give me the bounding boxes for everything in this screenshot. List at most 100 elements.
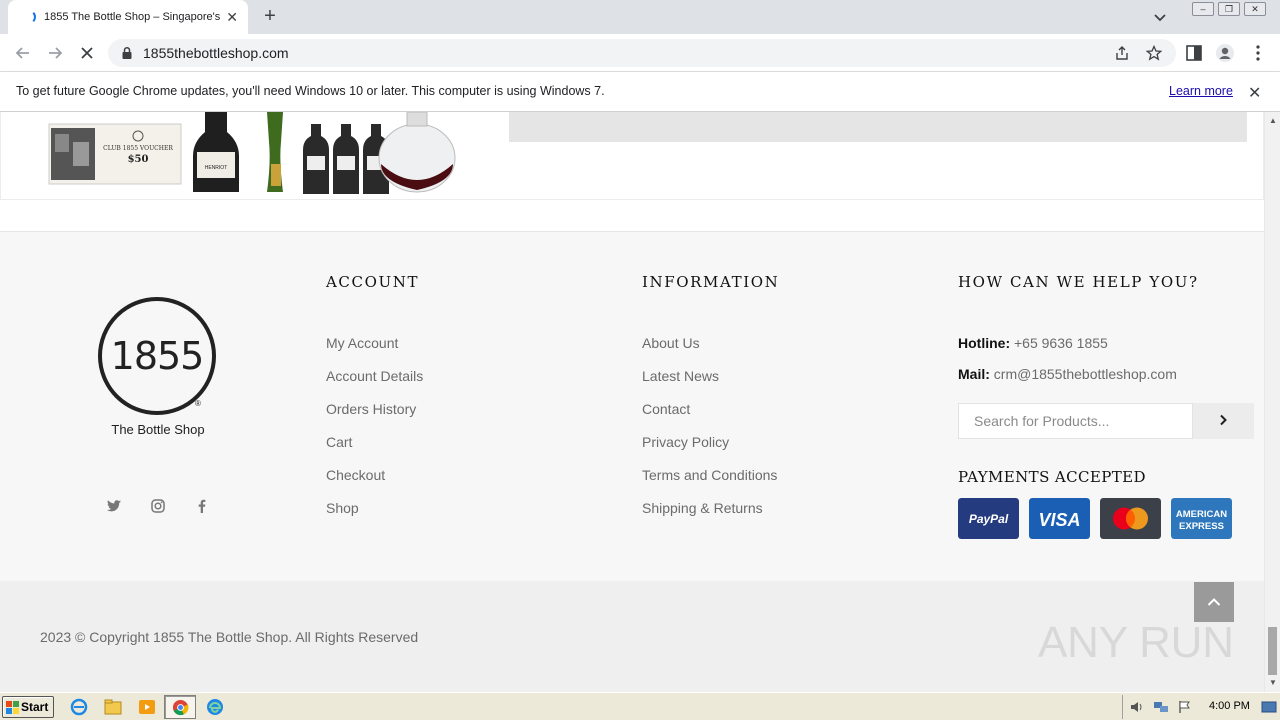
infobar-message: To get future Google Chrome updates, you… xyxy=(16,84,605,98)
copyright-bar: 2023 © Copyright 1855 The Bottle Shop. A… xyxy=(0,581,1264,692)
bottle-label: HENRIOT xyxy=(205,165,228,171)
mastercard-card-icon xyxy=(1100,498,1161,539)
footer-link-my-account[interactable]: My Account xyxy=(326,335,398,351)
paypal-card-icon: PayPal xyxy=(958,498,1019,539)
help-heading: HOW CAN WE HELP YOU? xyxy=(958,273,1199,291)
voucher-line1: CLUB 1855 VOUCHER xyxy=(103,145,173,152)
internet-explorer-icon[interactable] xyxy=(70,698,88,716)
forward-icon[interactable] xyxy=(44,42,66,64)
windows-taskbar: Start 4:00 PM xyxy=(0,692,1280,720)
start-label: Start xyxy=(21,700,49,714)
hotline-value[interactable]: +65 9636 1855 xyxy=(1014,335,1108,351)
instagram-icon[interactable] xyxy=(150,498,166,514)
amex-text-1: AMERICAN xyxy=(1176,509,1227,520)
address-bar[interactable]: 1855thebottleshop.com xyxy=(108,39,1176,67)
chevron-right-icon xyxy=(1220,414,1227,426)
scroll-up-icon[interactable]: ▲ xyxy=(1269,116,1277,125)
facebook-icon[interactable] xyxy=(194,498,210,514)
bookmark-star-icon[interactable] xyxy=(1146,45,1162,61)
infobar-close-icon[interactable]: ✕ xyxy=(1248,83,1261,103)
footer-link-shipping-returns[interactable]: Shipping & Returns xyxy=(642,500,763,516)
registered-mark: ® xyxy=(195,399,201,408)
watermark-text: ANY RUN xyxy=(1038,618,1234,667)
share-icon[interactable] xyxy=(1114,45,1130,61)
chrome-taskbar-button[interactable] xyxy=(164,695,196,719)
learn-more-link[interactable]: Learn more xyxy=(1169,84,1233,98)
stop-loading-icon[interactable] xyxy=(76,42,98,64)
windows-flag-icon xyxy=(6,701,19,714)
amex-card-icon: AMERICANEXPRESS xyxy=(1171,498,1232,539)
show-desktop-icon[interactable] xyxy=(1261,700,1277,714)
window-controls: – ❐ ✕ xyxy=(1192,2,1266,16)
close-window-icon[interactable]: ✕ xyxy=(1244,2,1266,16)
new-tab-button[interactable]: + xyxy=(258,5,282,29)
footer-link-about-us[interactable]: About Us xyxy=(642,335,700,351)
url-text: 1855thebottleshop.com xyxy=(143,45,289,61)
clock-text: 4:00 PM xyxy=(1209,700,1250,712)
browser-tabstrip: 1855 The Bottle Shop – Singapore's ✕ + –… xyxy=(0,0,1280,34)
logo-circle: 1855 xyxy=(98,297,216,415)
amex-text-2: EXPRESS xyxy=(1179,521,1224,532)
media-player-icon[interactable] xyxy=(138,698,156,716)
footer-link-account-details[interactable]: Account Details xyxy=(326,368,423,384)
search-submit-button[interactable] xyxy=(1192,403,1254,439)
search-placeholder: Search for Products... xyxy=(974,413,1110,429)
paypal-text: PayPal xyxy=(969,512,1009,526)
page-scrollbar[interactable]: ▲ ▼ xyxy=(1264,112,1280,692)
file-explorer-icon[interactable] xyxy=(104,698,122,716)
footer-link-contact[interactable]: Contact xyxy=(642,401,690,417)
voucher-line2: $50 xyxy=(128,154,149,165)
web-page: CLUB 1855 VOUCHER $50 HENRIOT 1855 ® The… xyxy=(0,112,1264,692)
visa-card-icon: VISA xyxy=(1029,498,1090,539)
footer-link-shop[interactable]: Shop xyxy=(326,500,359,516)
footer-link-latest-news[interactable]: Latest News xyxy=(642,368,719,384)
tab-search-icon[interactable] xyxy=(1150,7,1170,27)
back-icon[interactable] xyxy=(12,42,34,64)
hotline-label: Hotline: xyxy=(958,335,1011,351)
start-button[interactable]: Start xyxy=(2,696,54,718)
mail-row: Mail: crm@1855thebottleshop.com xyxy=(958,366,1177,382)
browser-menu-icon[interactable] xyxy=(1248,43,1268,63)
system-tray: 4:00 PM xyxy=(1122,695,1280,719)
footer-link-terms[interactable]: Terms and Conditions xyxy=(642,467,777,483)
browser-tab[interactable]: 1855 The Bottle Shop – Singapore's ✕ xyxy=(8,0,248,34)
action-center-flag-icon[interactable] xyxy=(1177,700,1193,714)
scroll-down-icon[interactable]: ▼ xyxy=(1269,678,1277,687)
side-panel-icon[interactable] xyxy=(1184,43,1204,63)
update-infobar: To get future Google Chrome updates, you… xyxy=(0,72,1280,112)
product-section: CLUB 1855 VOUCHER $50 HENRIOT xyxy=(0,112,1264,200)
scrollbar-thumb[interactable] xyxy=(1268,627,1277,675)
logo-number: 1855 xyxy=(110,334,205,378)
tab-close-icon[interactable]: ✕ xyxy=(226,9,238,26)
payments-heading: PAYMENTS ACCEPTED xyxy=(958,468,1146,486)
edge-icon[interactable] xyxy=(206,698,224,716)
restore-icon[interactable]: ❐ xyxy=(1218,2,1240,16)
product-info-panel xyxy=(509,112,1247,142)
footer-link-cart[interactable]: Cart xyxy=(326,434,352,450)
anyrun-watermark: ANY RUN xyxy=(1038,618,1234,667)
gift-bundle-image[interactable]: CLUB 1855 VOUCHER $50 HENRIOT xyxy=(45,112,465,196)
footer-link-checkout[interactable]: Checkout xyxy=(326,467,385,483)
mail-label: Mail: xyxy=(958,366,990,382)
minimize-icon[interactable]: – xyxy=(1192,2,1214,16)
logo-subtitle: The Bottle Shop xyxy=(111,422,205,437)
twitter-icon[interactable] xyxy=(106,498,122,514)
footer-link-orders-history[interactable]: Orders History xyxy=(326,401,416,417)
hotline-row: Hotline: +65 9636 1855 xyxy=(958,335,1108,351)
copyright-text: 2023 © Copyright 1855 The Bottle Shop. A… xyxy=(40,629,419,645)
brand-logo[interactable]: 1855 ® The Bottle Shop xyxy=(98,297,218,447)
account-heading: ACCOUNT xyxy=(326,273,420,291)
footer-link-privacy-policy[interactable]: Privacy Policy xyxy=(642,434,729,450)
profile-avatar-icon[interactable] xyxy=(1215,43,1235,63)
tab-title: 1855 The Bottle Shop – Singapore's xyxy=(44,11,221,23)
visa-text: VISA xyxy=(1038,510,1080,530)
site-footer: 1855 ® The Bottle Shop ACCOUNT My Accoun… xyxy=(0,231,1264,581)
volume-icon[interactable] xyxy=(1129,700,1145,714)
browser-toolbar: 1855thebottleshop.com xyxy=(0,34,1280,72)
network-icon[interactable] xyxy=(1153,700,1169,714)
loading-icon xyxy=(22,10,36,24)
mail-value[interactable]: crm@1855thebottleshop.com xyxy=(994,366,1177,382)
lock-icon[interactable] xyxy=(120,46,134,60)
chrome-icon xyxy=(172,699,189,716)
information-heading: INFORMATION xyxy=(642,273,780,291)
